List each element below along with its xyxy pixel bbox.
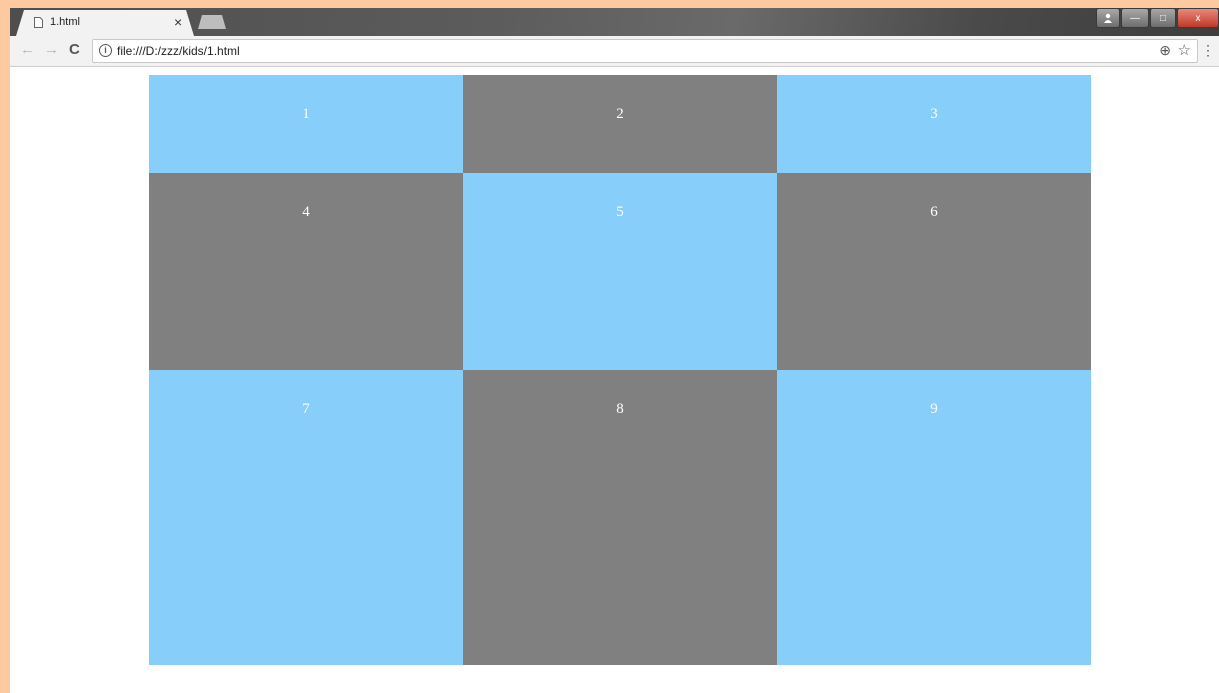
- grid-cell-2: 2: [463, 75, 777, 173]
- grid-cell-4: 4: [149, 173, 463, 370]
- grid-cell-7: 7: [149, 370, 463, 665]
- close-tab-icon[interactable]: ×: [174, 14, 182, 30]
- grid-cell-6: 6: [777, 173, 1091, 370]
- browser-window: 1.html × — □ x ← → C i file:///D:/zzz/ki…: [10, 8, 1219, 693]
- url-text[interactable]: file:///D:/zzz/kids/1.html: [117, 44, 240, 58]
- user-icon: [1104, 13, 1112, 23]
- info-icon[interactable]: i: [99, 44, 112, 57]
- profile-button[interactable]: [1096, 8, 1120, 28]
- close-window-button[interactable]: x: [1177, 8, 1219, 28]
- number-grid: 1 2 3 4 5 6 7 8 9: [149, 75, 1091, 665]
- zoom-icon[interactable]: ⊕: [1159, 42, 1171, 59]
- grid-cell-1: 1: [149, 75, 463, 173]
- grid-cell-9: 9: [777, 370, 1091, 665]
- page-content: 1 2 3 4 5 6 7 8 9: [10, 67, 1219, 693]
- browser-toolbar: ← → C i file:///D:/zzz/kids/1.html ⊕ ☆ ⋮: [10, 36, 1219, 67]
- document-icon: [34, 17, 43, 28]
- bookmark-star-icon[interactable]: ☆: [1178, 41, 1191, 59]
- tab-title: 1.html: [50, 16, 80, 28]
- new-tab-button[interactable]: [198, 15, 226, 29]
- tab-1-html[interactable]: 1.html ×: [16, 10, 194, 36]
- title-bar: 1.html × — □ x: [10, 8, 1219, 36]
- window-controls: — □ x: [1095, 8, 1219, 28]
- grid-cell-8: 8: [463, 370, 777, 665]
- reload-icon[interactable]: C: [69, 41, 80, 58]
- grid-cell-3: 3: [777, 75, 1091, 173]
- address-bar[interactable]: i file:///D:/zzz/kids/1.html ⊕ ☆: [92, 39, 1198, 63]
- back-arrow-icon[interactable]: ←: [20, 42, 35, 58]
- forward-arrow-icon[interactable]: →: [44, 42, 59, 58]
- maximize-button[interactable]: □: [1150, 8, 1176, 28]
- menu-icon[interactable]: ⋮: [1201, 42, 1215, 58]
- grid-cell-5: 5: [463, 173, 777, 370]
- minimize-button[interactable]: —: [1121, 8, 1149, 28]
